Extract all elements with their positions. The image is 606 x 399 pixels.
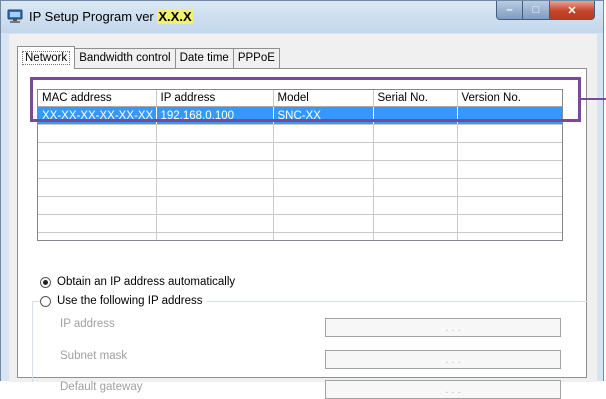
title-version: X.X.X	[157, 9, 193, 24]
table-row-empty	[38, 214, 562, 233]
table-row-empty	[38, 178, 562, 197]
tab-strip: Network Bandwidth control Date time PPPo…	[17, 46, 280, 69]
window-title: IP Setup Program ver X.X.X	[29, 9, 193, 24]
tab-network-label: Network	[22, 51, 71, 65]
default-gateway-label: Default gateway	[60, 381, 143, 393]
table-row-empty	[38, 142, 562, 161]
minimize-button[interactable]: –	[496, 1, 523, 20]
obtain-ip-automatically-option[interactable]: Obtain an IP address automatically	[40, 276, 235, 288]
obtain-ip-automatically-radio[interactable]	[40, 276, 51, 288]
ip-address-dots: . . .	[445, 321, 461, 334]
radio-selected-dot	[43, 279, 48, 285]
table-row-empty	[38, 124, 562, 143]
tab-bandwidth-control-label: Bandwidth control	[79, 52, 171, 64]
close-icon: ✕	[567, 4, 577, 17]
subnet-mask-dots: . . .	[445, 353, 461, 366]
subnet-mask-input[interactable]: . . .	[325, 350, 561, 369]
callout-leader-line	[581, 98, 606, 100]
tab-date-time[interactable]: Date time	[175, 48, 234, 68]
ip-address-label: IP address	[60, 318, 115, 330]
callout-highlight-frame	[30, 77, 581, 122]
maximize-button[interactable]: □	[523, 1, 550, 20]
title-bar[interactable]: IP Setup Program ver X.X.X – □ ✕	[1, 1, 603, 33]
use-following-ip-radio[interactable]	[40, 295, 51, 307]
network-monitor-icon	[7, 8, 23, 24]
obtain-ip-automatically-label: Obtain an IP address automatically	[57, 276, 236, 288]
ip-address-input[interactable]: . . .	[325, 318, 561, 337]
maximize-icon: □	[532, 4, 540, 16]
use-following-ip-label: Use the following IP address	[57, 295, 203, 307]
close-button[interactable]: ✕	[550, 1, 595, 20]
app-window: IP Setup Program ver X.X.X – □ ✕ Network…	[0, 0, 604, 399]
tab-pppoe-label: PPPoE	[237, 52, 275, 64]
minimize-icon: –	[506, 4, 513, 16]
table-row-empty	[38, 232, 562, 240]
tab-bandwidth-control[interactable]: Bandwidth control	[75, 48, 176, 68]
tab-pppoe[interactable]: PPPoE	[233, 48, 280, 68]
tab-date-time-label: Date time	[179, 52, 229, 64]
default-gateway-dots: . . .	[445, 383, 461, 396]
table-row-empty	[38, 196, 562, 215]
subnet-mask-label: Subnet mask	[60, 350, 128, 362]
window-controls: – □ ✕	[496, 1, 595, 21]
tab-network[interactable]: Network	[17, 46, 76, 69]
default-gateway-input[interactable]: . . .	[325, 380, 561, 399]
use-following-ip-option[interactable]: Use the following IP address	[40, 295, 207, 307]
static-ip-groupbox	[32, 301, 588, 382]
title-prefix: IP Setup Program ver	[29, 9, 158, 24]
table-row-empty	[38, 160, 562, 179]
